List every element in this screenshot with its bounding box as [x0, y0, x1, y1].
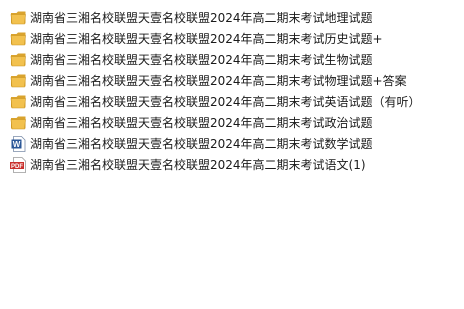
svg-text:W: W: [13, 140, 21, 149]
file-list: 湖南省三湘名校联盟天壹名校联盟2024年高二期末考试地理试题 湖南省三湘名校联盟…: [10, 7, 460, 175]
folder-icon: [10, 31, 27, 47]
file-item-politics-folder[interactable]: 湖南省三湘名校联盟天壹名校联盟2024年高二期末考试政治试题: [10, 112, 460, 133]
file-item-physics-folder[interactable]: 湖南省三湘名校联盟天壹名校联盟2024年高二期末考试物理试题+答案: [10, 70, 460, 91]
file-item-history-folder[interactable]: 湖南省三湘名校联盟天壹名校联盟2024年高二期末考试历史试题+: [10, 28, 460, 49]
folder-icon: [10, 115, 27, 131]
file-item-english-folder[interactable]: 湖南省三湘名校联盟天壹名校联盟2024年高二期末考试英语试题（有听）: [10, 91, 460, 112]
file-name: 湖南省三湘名校联盟天壹名校联盟2024年高二期末考试物理试题+答案: [30, 73, 407, 88]
file-name: 湖南省三湘名校联盟天壹名校联盟2024年高二期末考试政治试题: [30, 115, 373, 130]
pdf-document-icon: PDF: [10, 156, 27, 173]
file-name: 湖南省三湘名校联盟天壹名校联盟2024年高二期末考试地理试题: [30, 10, 373, 25]
file-name: 湖南省三湘名校联盟天壹名校联盟2024年高二期末考试数学试题: [30, 136, 373, 151]
file-name: 湖南省三湘名校联盟天壹名校联盟2024年高二期末考试语文(1): [30, 157, 366, 172]
folder-icon: [10, 10, 27, 26]
folder-icon: [10, 94, 27, 110]
file-item-biology-folder[interactable]: 湖南省三湘名校联盟天壹名校联盟2024年高二期末考试生物试题: [10, 49, 460, 70]
file-item-geography-folder[interactable]: 湖南省三湘名校联盟天壹名校联盟2024年高二期末考试地理试题: [10, 7, 460, 28]
folder-icon: [10, 73, 27, 89]
file-name: 湖南省三湘名校联盟天壹名校联盟2024年高二期末考试历史试题+: [30, 31, 383, 46]
file-name: 湖南省三湘名校联盟天壹名校联盟2024年高二期末考试生物试题: [30, 52, 373, 67]
file-item-chinese-pdf[interactable]: PDF 湖南省三湘名校联盟天壹名校联盟2024年高二期末考试语文(1): [10, 154, 460, 175]
folder-icon: [10, 52, 27, 68]
file-item-math-document[interactable]: W 湖南省三湘名校联盟天壹名校联盟2024年高二期末考试数学试题: [10, 133, 460, 154]
word-document-icon: W: [10, 135, 27, 152]
file-name: 湖南省三湘名校联盟天壹名校联盟2024年高二期末考试英语试题（有听）: [30, 94, 421, 109]
svg-text:PDF: PDF: [11, 163, 23, 169]
